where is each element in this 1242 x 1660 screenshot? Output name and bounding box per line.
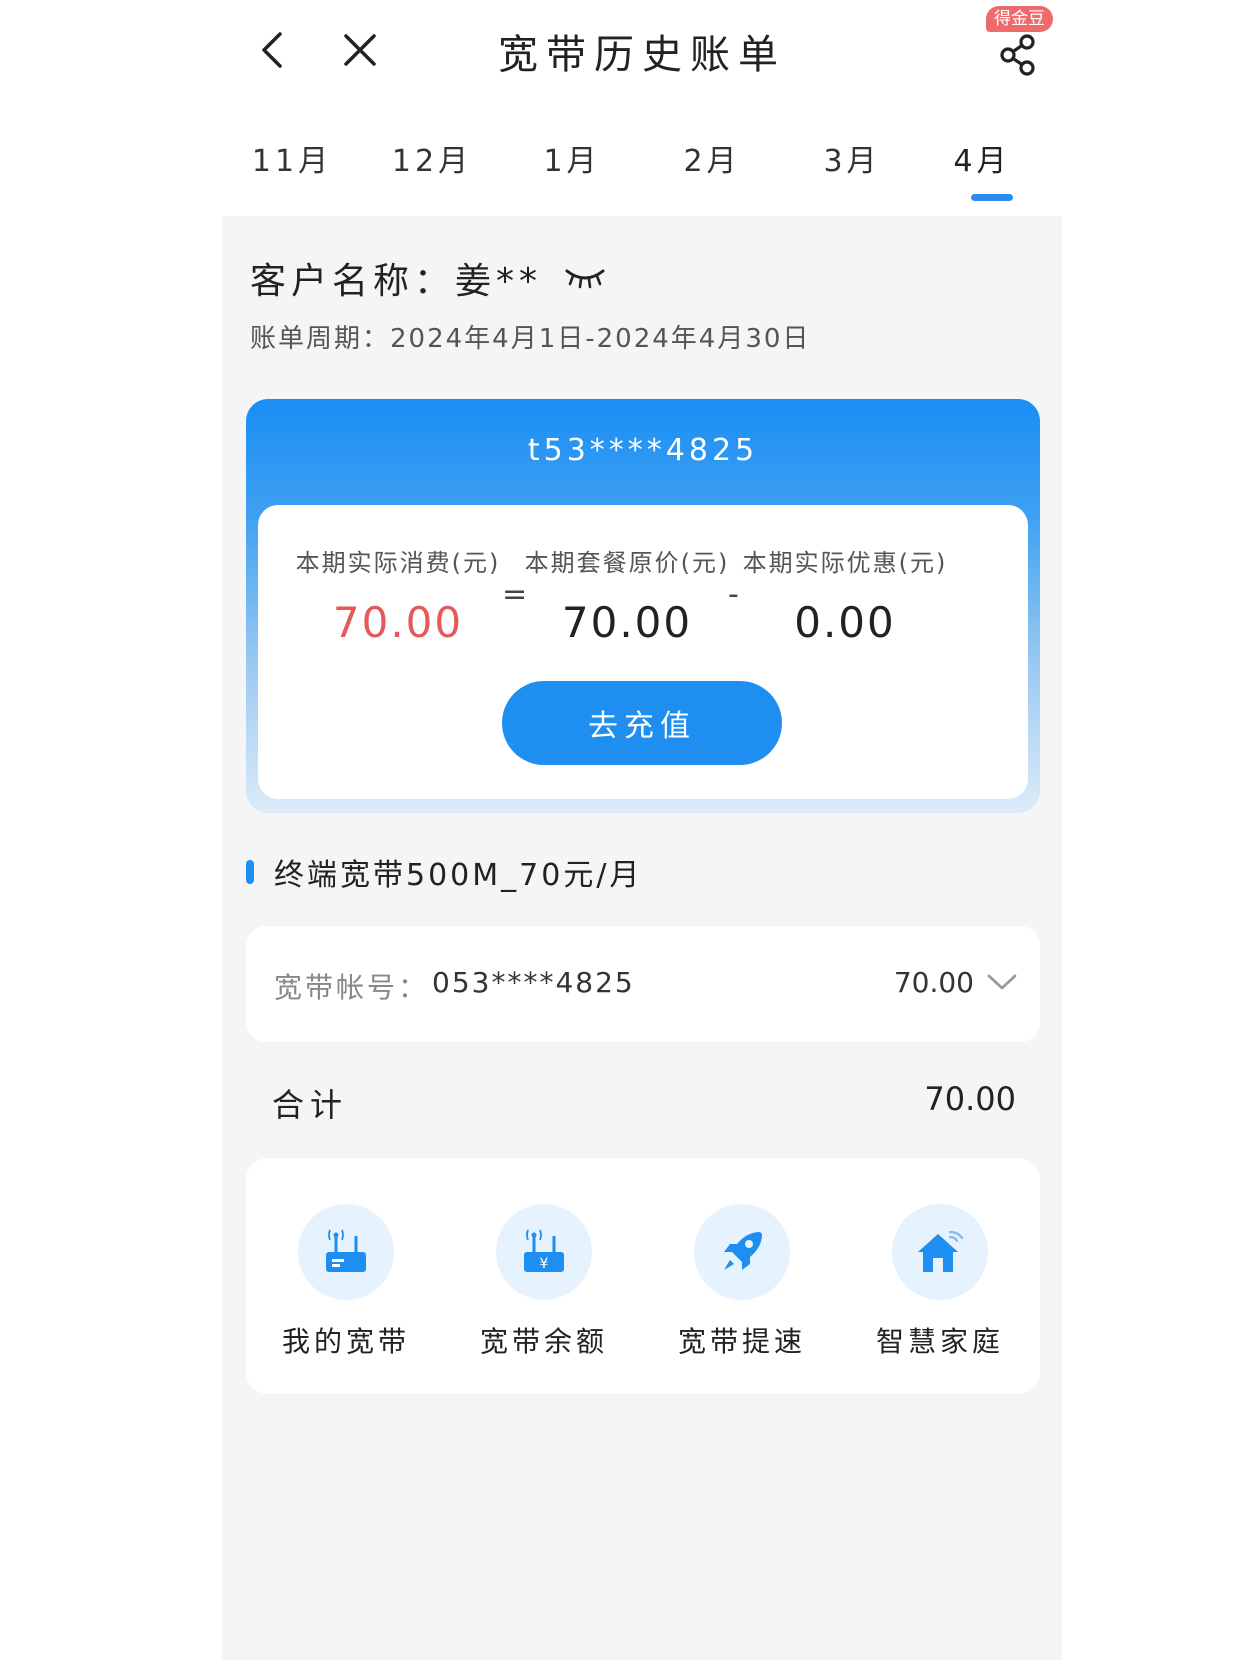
gold-bean-badge[interactable]: 得金豆	[986, 6, 1053, 32]
tab-month-1[interactable]: 1月	[502, 136, 642, 180]
active-tab-indicator	[971, 194, 1013, 201]
package-title: 终端宽带500M_70元/月	[246, 852, 643, 893]
chevron-down-icon[interactable]	[986, 970, 1018, 994]
quick-action-label: 智慧家庭	[875, 1325, 1004, 1358]
quick-action-smart-home[interactable]: 智慧家庭	[845, 1204, 1035, 1360]
svg-text:¥: ¥	[540, 1256, 549, 1272]
recharge-button[interactable]: 去充值	[502, 681, 782, 765]
close-icon[interactable]	[340, 30, 380, 70]
card-account-number: t53****4825	[527, 433, 759, 468]
original-price-label: 本期套餐原价(元)	[524, 549, 730, 577]
app-screen: 宽带历史账单 得金豆 11月 12月 1月 2月 3月 4月 客户名称： 姜**	[222, 0, 1062, 1660]
smart-home-icon[interactable]	[892, 1204, 988, 1300]
share-icon[interactable]	[997, 32, 1039, 78]
customer-name-label: 客户名称：	[250, 261, 456, 302]
rocket-icon[interactable]	[694, 1204, 790, 1300]
quick-action-label: 我的宽带	[281, 1325, 410, 1358]
tab-month-2[interactable]: 2月	[642, 136, 782, 180]
actual-charge: 本期实际消费(元) 70.00	[273, 543, 523, 647]
quick-action-label: 宽带提速	[677, 1325, 806, 1358]
quick-action-my-broadband[interactable]: 我的宽带	[251, 1204, 441, 1360]
section-marker	[246, 860, 254, 884]
share-area[interactable]: 得金豆	[982, 6, 1054, 76]
discount-label: 本期实际优惠(元)	[742, 549, 948, 577]
account-amount: 70.00	[893, 966, 974, 999]
quick-actions-panel: 我的宽带 ¥ 宽带余额 宽带提速 智慧家庭	[246, 1158, 1040, 1394]
router-yuan-icon[interactable]: ¥	[496, 1204, 592, 1300]
total-label: 合计	[272, 1086, 349, 1124]
actual-charge-label: 本期实际消费(元)	[295, 549, 501, 577]
bill-breakdown: 本期实际消费(元) 70.00 = 本期套餐原价(元) 70.00 - 本期实际…	[258, 505, 1028, 799]
tab-month-12[interactable]: 12月	[362, 136, 502, 180]
actual-discount: 本期实际优惠(元) 0.00	[720, 543, 970, 647]
total-value: 70.00	[924, 1080, 1016, 1118]
router-icon[interactable]	[298, 1204, 394, 1300]
discount-value: 0.00	[794, 598, 896, 647]
original-price-value: 70.00	[561, 598, 693, 647]
package-original-price: 本期套餐原价(元) 70.00	[502, 543, 752, 647]
actual-charge-value: 70.00	[332, 598, 464, 647]
tab-month-11[interactable]: 11月	[222, 136, 362, 180]
package-name: 终端宽带500M_70元/月	[274, 858, 643, 893]
page-title: 宽带历史账单	[498, 32, 786, 78]
month-tabs: 11月 12月 1月 2月 3月 4月	[222, 136, 1062, 206]
account-label: 宽带帐号：	[274, 971, 430, 1004]
customer-name: 客户名称： 姜**	[250, 252, 606, 304]
tab-month-4[interactable]: 4月	[912, 136, 1052, 180]
quick-action-balance[interactable]: ¥ 宽带余额	[449, 1204, 639, 1360]
quick-action-speedup[interactable]: 宽带提速	[647, 1204, 837, 1360]
account-number: 053****4825	[432, 966, 635, 999]
customer-name-value: 姜**	[455, 261, 543, 302]
hidden-eye-icon[interactable]	[564, 265, 606, 291]
tab-month-3[interactable]: 3月	[782, 136, 922, 180]
quick-action-label: 宽带余额	[479, 1325, 608, 1358]
bill-summary-card: t53****4825 本期实际消费(元) 70.00 = 本期套餐原价(元) …	[246, 399, 1040, 813]
back-arrow-icon[interactable]	[252, 28, 292, 72]
bill-period: 账单周期：2024年4月1日-2024年4月30日	[250, 324, 811, 354]
broadband-account-row[interactable]: 宽带帐号： 053****4825 70.00	[246, 926, 1040, 1042]
top-bar: 宽带历史账单 得金豆 11月 12月 1月 2月 3月 4月	[222, 0, 1062, 216]
